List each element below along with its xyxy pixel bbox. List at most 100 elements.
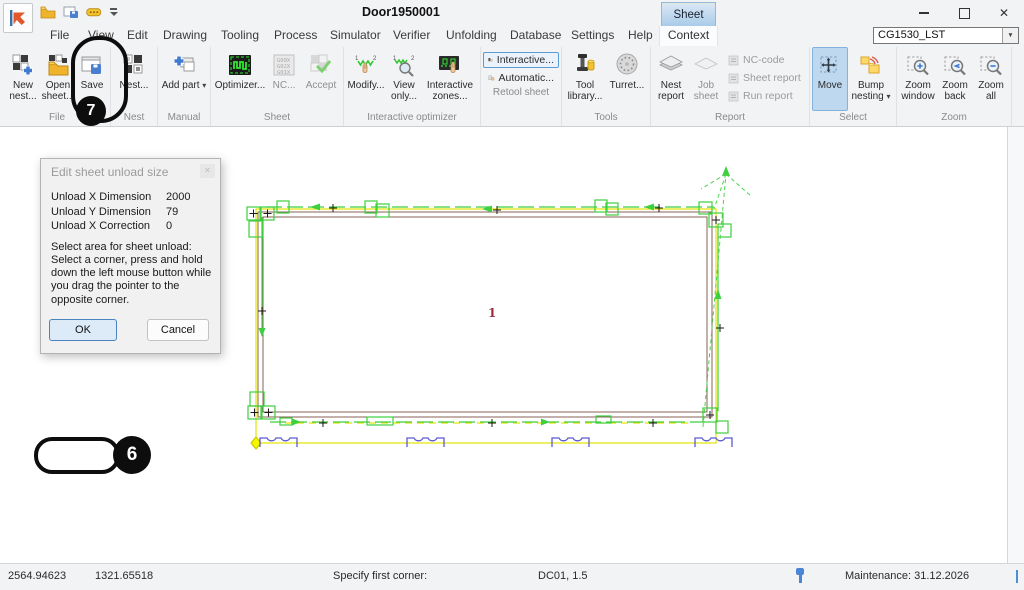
sheet-drawing[interactable]: 1 xyxy=(240,155,760,465)
group-label-report: Report xyxy=(653,111,807,125)
add-part-icon xyxy=(172,50,196,80)
field-row: Unload X Dimension 2000 xyxy=(51,191,212,206)
minimize-button[interactable] xyxy=(904,0,944,26)
nest-report-button[interactable]: Nest report xyxy=(653,47,689,111)
menu-edit[interactable]: Edit xyxy=(127,26,148,46)
zoom-back-button[interactable]: Zoom back xyxy=(937,47,973,111)
quick-access-toolbar xyxy=(40,5,119,19)
zoom-all-button[interactable]: Zoom all xyxy=(973,47,1009,111)
resize-grip[interactable] xyxy=(1016,570,1018,583)
view-only-button[interactable]: 12 View only... xyxy=(386,47,422,111)
maximize-button[interactable] xyxy=(944,0,984,26)
interactive-retool-icon xyxy=(488,54,493,66)
group-label-interactive-optimizer: Interactive optimizer xyxy=(346,111,478,125)
coordinate-x: 2564.94623 xyxy=(8,570,66,582)
sheet-report-icon xyxy=(728,73,739,84)
menu-settings[interactable]: Settings xyxy=(571,26,614,46)
field-value[interactable]: 2000 xyxy=(166,191,190,206)
zoom-window-button[interactable]: Zoom window xyxy=(899,47,937,111)
sheet-report-button[interactable]: Sheet report xyxy=(723,70,807,86)
optimizer-button[interactable]: Optimizer... xyxy=(213,47,267,111)
status-bar: 2564.94623 1321.65518 Specify first corn… xyxy=(0,563,1024,590)
ribbon-group-select: Move Bump nesting ▾ Select xyxy=(810,47,897,126)
job-sheet-button[interactable]: Job sheet xyxy=(689,47,723,111)
open-quick-icon[interactable] xyxy=(40,5,56,19)
ribbon-group-zoom: Zoom window Zoom back Zoom all Zoom xyxy=(897,47,1012,126)
new-nest-button[interactable]: New nest... xyxy=(6,47,40,111)
modify-icon: 12 xyxy=(353,50,379,80)
turret-icon xyxy=(614,50,640,80)
run-report-button[interactable]: Run report xyxy=(723,88,807,104)
ribbon-group-report: Nest report Job sheet NC-code Sheet repo… xyxy=(651,47,810,126)
title-bar: Door1950001 Sheet ✕ xyxy=(0,0,1024,26)
tab-context[interactable]: Context xyxy=(659,26,718,46)
menu-tooling[interactable]: Tooling xyxy=(221,26,259,46)
bump-nesting-button[interactable]: Bump nesting ▾ xyxy=(848,47,894,111)
move-button[interactable]: Move xyxy=(812,47,848,111)
nc-code-button[interactable]: NC-code xyxy=(723,52,807,68)
nc-button[interactable]: G00XG02XG01X NC... xyxy=(267,47,301,111)
add-part-caret-icon: ▾ xyxy=(202,81,206,90)
interactive-retool-button[interactable]: Interactive... xyxy=(483,52,559,68)
group-label-zoom: Zoom xyxy=(899,111,1009,125)
dialog-instruction-body: Select a corner, press and hold down the… xyxy=(51,254,217,307)
group-label-sheet: Sheet xyxy=(213,111,341,125)
menu-drawing[interactable]: Drawing xyxy=(163,26,207,46)
tool-library-button[interactable]: Tool library... xyxy=(564,47,606,111)
close-button[interactable]: ✕ xyxy=(984,0,1024,26)
modify-button[interactable]: 12 Modify... xyxy=(346,47,386,111)
accept-icon xyxy=(309,50,333,80)
group-label-select: Select xyxy=(812,111,894,125)
automatic-retool-icon xyxy=(488,72,495,84)
part-number-label: 1 xyxy=(488,306,496,320)
menu-unfolding[interactable]: Unfolding xyxy=(446,26,497,46)
accept-button[interactable]: Accept xyxy=(301,47,341,111)
field-value[interactable]: 79 xyxy=(166,206,178,221)
nc-icon: G00XG02XG01X xyxy=(272,50,296,80)
ok-button[interactable]: OK xyxy=(49,319,117,341)
group-label-tools: Tools xyxy=(564,111,648,125)
coordinate-y: 1321.65518 xyxy=(95,570,153,582)
group-label-manual: Manual xyxy=(160,111,208,125)
turret-button[interactable]: Turret... xyxy=(606,47,648,111)
ribbon: New nest... Open sheet... Save File xyxy=(0,46,1024,127)
tab-sheet[interactable]: Sheet xyxy=(661,2,716,26)
command-prompt: Specify first corner: xyxy=(333,570,427,582)
chevron-down-icon[interactable]: ▼ xyxy=(1002,28,1018,43)
move-icon xyxy=(818,50,842,80)
add-part-label: Add part xyxy=(162,80,200,91)
field-value[interactable]: 0 xyxy=(166,220,172,235)
dialog-title: Edit sheet unload size xyxy=(51,165,168,179)
menu-database[interactable]: Database xyxy=(510,26,561,46)
add-part-button[interactable]: Add part ▾ xyxy=(160,47,208,111)
field-label: Unload X Correction xyxy=(51,220,166,235)
window-title: Door1950001 xyxy=(362,5,440,19)
menu-simulator[interactable]: Simulator xyxy=(330,26,381,46)
drawing-canvas[interactable]: 1 Edit sheet unload size ✕ Unload X Dime… xyxy=(0,127,1008,563)
menu-bar: File View Edit Drawing Tooling Process S… xyxy=(0,26,1024,46)
view-only-icon: 12 xyxy=(391,50,417,80)
menu-verifier[interactable]: Verifier xyxy=(393,26,430,46)
field-label: Unload Y Dimension xyxy=(51,206,166,221)
menu-process[interactable]: Process xyxy=(274,26,317,46)
app-menu-button[interactable] xyxy=(3,3,33,33)
material-info: DC01, 1.5 xyxy=(538,570,588,582)
zoom-all-icon xyxy=(979,50,1003,80)
menu-file[interactable]: File xyxy=(50,26,69,46)
ribbon-group-tools: Tool library... Turret... Tools xyxy=(562,47,651,126)
right-side-panel[interactable] xyxy=(1007,127,1024,563)
interactive-zones-button[interactable]: Interactive zones... xyxy=(422,47,478,111)
ribbon-group-sheet: Optimizer... G00XG02XG01X NC... Accept S… xyxy=(211,47,344,126)
quick-access-caret-icon[interactable] xyxy=(109,6,119,18)
zoom-back-icon xyxy=(943,50,967,80)
menu-help[interactable]: Help xyxy=(628,26,653,46)
automatic-retool-button[interactable]: Automatic... xyxy=(483,70,559,86)
part-contour xyxy=(258,212,712,417)
cancel-button[interactable]: Cancel xyxy=(147,319,209,341)
dialog-close-icon[interactable]: ✕ xyxy=(200,164,215,178)
measure-quick-icon[interactable] xyxy=(86,5,102,19)
annotation-badge-6: 6 xyxy=(113,436,151,474)
machine-selector[interactable]: CG1530_LST ▼ xyxy=(873,27,1019,44)
dialog-title-bar[interactable]: Edit sheet unload size ✕ xyxy=(41,159,220,183)
save-quick-icon[interactable] xyxy=(63,5,79,19)
